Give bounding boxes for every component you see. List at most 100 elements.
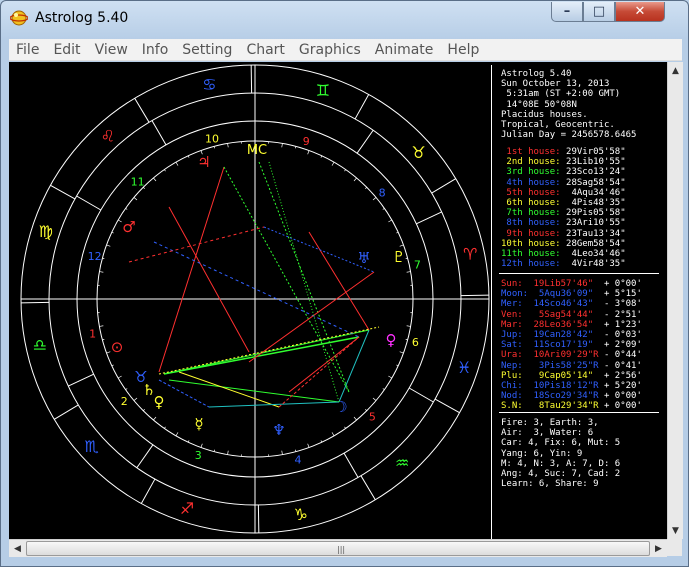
degree-tick — [125, 388, 128, 390]
element-line: Car: 4, Fix: 6, Mut: 5 — [501, 438, 621, 449]
maximize-button[interactable]: □ — [583, 2, 615, 22]
planet-position: 18Sco29'34"R — [533, 391, 599, 402]
moon-glyph: ☽ — [334, 398, 347, 416]
house-label: 10th house: — [501, 238, 561, 249]
menu-help[interactable]: Help — [440, 42, 486, 58]
menu-edit[interactable]: Edit — [46, 42, 87, 58]
element-line: Ang: 4, Suc: 7, Cad: 2 — [501, 468, 621, 479]
menu-animate[interactable]: Animate — [368, 42, 441, 58]
planet-position: 11Sco17'19" — [533, 340, 594, 351]
degree-tick — [307, 443, 310, 448]
sign-divider — [54, 404, 79, 420]
house-number: 5 — [369, 410, 376, 423]
degree-tick — [133, 197, 138, 201]
degree-tick — [365, 409, 367, 411]
element-line: Yang: 6, Yin: 9 — [501, 448, 583, 459]
chart-header: Astrolog 5.40 Sun October 13, 2013 5:31am… — [501, 69, 636, 140]
element-summary: Fire: 3, Earth: 3, Air: 3, Water: 6 Car: 4… — [501, 418, 620, 489]
planet-row: Mer: 14Sco46'43" - 3°08' — [501, 299, 642, 309]
panel-divider — [491, 65, 492, 539]
planet-position: 14Sco46'43" — [533, 299, 594, 310]
house-label: 5th house: — [501, 187, 561, 198]
house-value: 29Pis05'58" — [560, 208, 626, 219]
minimize-button[interactable]: – — [551, 2, 583, 22]
degree-tick — [382, 388, 385, 390]
scroll-up-icon[interactable]: ▲ — [668, 62, 683, 79]
menu-info[interactable]: Info — [135, 42, 176, 58]
planet-row: Mar: 28Leo36'54" + 1°23' — [501, 320, 642, 330]
planet-name: Nod: — [501, 391, 534, 402]
house-number: 9 — [303, 135, 310, 148]
astrolog-app-icon — [10, 10, 28, 26]
vertical-scrollbar[interactable]: ▲ ▼ — [667, 62, 683, 539]
planet-name: Ura: — [501, 350, 534, 361]
house-row: 6th house: 4Pis48'35" — [501, 198, 625, 208]
degree-tick — [406, 271, 411, 273]
node-glyph: ♉ — [134, 368, 147, 386]
degree-tick — [388, 219, 393, 223]
scroll-left-icon[interactable]: ◀ — [9, 540, 26, 557]
planet-latitude: - 0°03' — [593, 329, 642, 340]
degree-tick — [117, 375, 122, 379]
degree-tick — [281, 143, 283, 148]
planet-name: Plu: — [501, 370, 534, 381]
jupiter-glyph: ♃ — [197, 153, 210, 171]
planet-name: Jup: — [501, 329, 534, 340]
element-line: Learn: 6, Share: 9 — [501, 479, 599, 490]
house-number: 11 — [131, 176, 145, 189]
chiron-glyph: ♀ — [386, 331, 397, 349]
title-bar[interactable]: Astrolog 5.40 – □ ✕ — [1, 1, 688, 35]
degree-tick — [353, 177, 357, 182]
menu-graphics[interactable]: Graphics — [292, 42, 368, 58]
house-value: 23Lib10'55" — [560, 157, 626, 168]
degree-tick — [281, 450, 283, 455]
planet-row: Nep: 3Pis58'25"R - 0°41' — [501, 361, 642, 371]
sign-divider — [431, 178, 456, 194]
scroll-down-icon[interactable]: ▼ — [668, 522, 683, 539]
planet-position: 19Can28'42" — [533, 329, 594, 340]
house-number: 3 — [195, 449, 202, 462]
menu-setting[interactable]: Setting — [175, 42, 239, 58]
degree-tick — [99, 271, 104, 273]
planet-row: Moon: 5Aqu36'09" + 5°15' — [501, 289, 642, 299]
horizontal-scrollbar[interactable]: ◀ ||| ▶ — [9, 539, 667, 557]
element-line: Fire: 3, Earth: 3, — [501, 418, 599, 428]
house-value: 28Sag58'54" — [560, 177, 626, 188]
menu-chart[interactable]: Chart — [239, 42, 291, 58]
resize-corner[interactable] — [667, 539, 682, 556]
degree-tick — [175, 432, 179, 437]
planet-row: Chi: 10Pis18'12"R + 5°20' — [501, 381, 642, 391]
chart-wheel: ♊♋♌♍♎♏♐ ♑♒♓♈♉123 456789101112MC♄♀☿ ♆☽♀♅♃♂⊙♇… — [20, 64, 490, 534]
degree-tick — [320, 155, 323, 158]
sign-divider — [140, 478, 156, 504]
house-number: 7 — [414, 258, 421, 271]
degree-tick — [396, 364, 399, 367]
menu-file[interactable]: File — [9, 42, 46, 58]
house-row: 4th house: 28Sag58'54" — [501, 177, 626, 188]
aspect-line — [248, 271, 375, 363]
taurus-sign: ♉ — [411, 143, 425, 162]
planet-name: Nep: — [501, 360, 534, 371]
planet-name: Moon: — [501, 289, 534, 300]
horizontal-scroll-thumb[interactable]: ||| — [26, 541, 650, 556]
close-button[interactable]: ✕ — [615, 2, 665, 22]
house-row: 7th house: 29Pis05'58" — [501, 208, 626, 219]
scroll-right-icon[interactable]: ▶ — [650, 540, 667, 557]
house-number: 10 — [205, 133, 219, 146]
house-row: 2nd house: 23Lib10'55" — [501, 157, 626, 168]
house-row: 12th house: 4Vir48'35" — [501, 259, 626, 269]
sagittarius-sign: ♐ — [180, 499, 194, 518]
house-label: 12th house: — [501, 259, 561, 270]
gemini-sign: ♊ — [316, 81, 330, 100]
aspect-line — [158, 326, 380, 375]
degree-tick — [125, 208, 128, 210]
mars-glyph: ♂ — [122, 218, 135, 236]
sign-divider — [50, 184, 76, 200]
app-window: Astrolog 5.40 – □ ✕ File Edit View Info … — [0, 0, 689, 567]
planet-name: S.N: — [501, 401, 534, 412]
menu-view[interactable]: View — [88, 42, 135, 58]
planet-latitude: + 0°00' — [598, 391, 642, 402]
house-number: 4 — [294, 453, 301, 466]
house-cusp — [136, 444, 154, 469]
grip-icon: ||| — [337, 545, 346, 554]
